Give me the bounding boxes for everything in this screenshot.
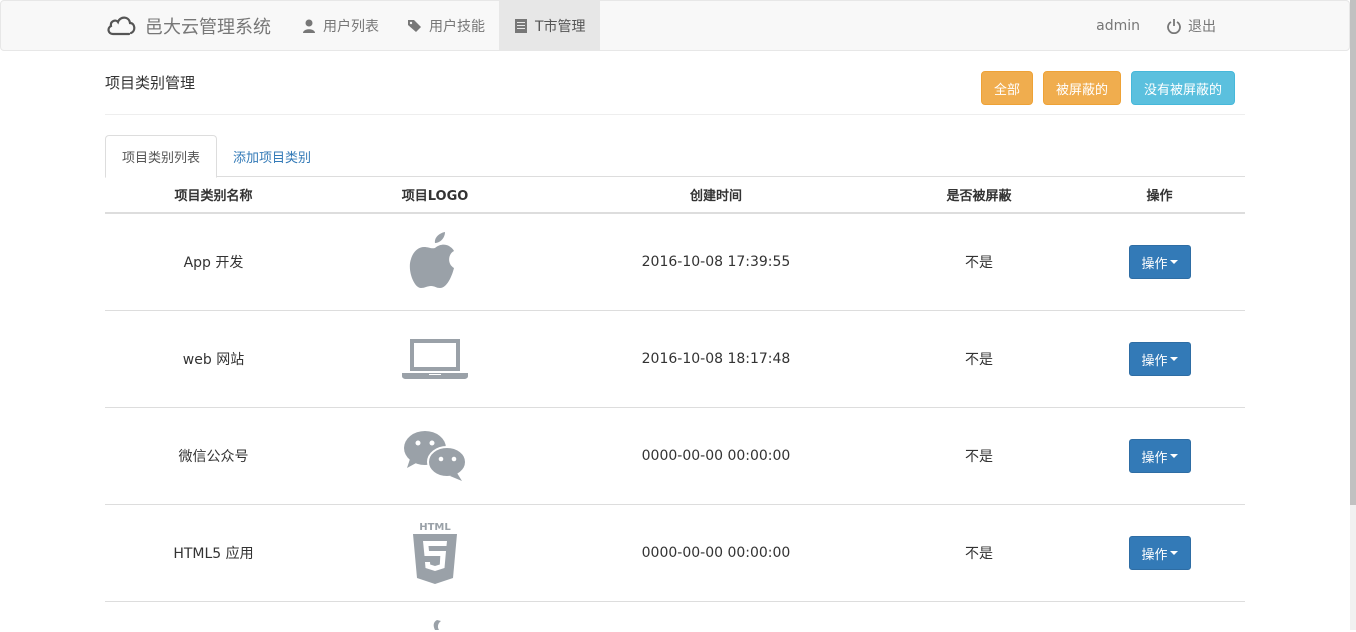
column-header-name: 项目类别名称 — [174, 189, 253, 204]
filter-unblocked-button[interactable]: 没有被屏蔽的 — [1130, 71, 1235, 105]
category-logo: HTML — [322, 520, 548, 586]
tab-category-list[interactable]: 项目类别列表 — [105, 135, 218, 178]
laptop-icon — [402, 339, 468, 379]
user-icon — [303, 19, 315, 33]
caret-down-icon — [1169, 357, 1178, 361]
nav-item-label: 用户列表 — [323, 18, 379, 35]
page-title: 项目类别管理 — [105, 74, 196, 92]
created-time: 2016-10-08 18:17:48 — [641, 351, 791, 367]
blocked-status: 不是 — [965, 255, 993, 271]
table-row-partial — [105, 602, 1245, 632]
created-time: 0000-00-00 00:00:00 — [641, 448, 791, 464]
nav-item-t-market[interactable]: T市管理 — [499, 1, 600, 50]
wechat-icon — [404, 431, 466, 481]
tabs: 项目类别列表 添加项目类别 — [105, 135, 1245, 178]
category-logo — [322, 430, 548, 482]
caret-down-icon — [1169, 260, 1178, 264]
nav-item-admin[interactable]: admin — [1083, 1, 1153, 50]
action-label: 操作 — [1141, 450, 1168, 466]
tab-add-category[interactable]: 添加项目类别 — [217, 135, 327, 177]
filter-blocked-button[interactable]: 被屏蔽的 — [1042, 71, 1121, 105]
action-label: 操作 — [1141, 547, 1168, 563]
action-dropdown-button[interactable]: 操作 — [1128, 439, 1191, 473]
logout-label: 退出 — [1188, 18, 1216, 35]
page-header: 项目类别管理 全部 被屏蔽的 没有被屏蔽的 — [105, 58, 1245, 115]
brand[interactable]: 邑大云管理系统 — [105, 1, 271, 50]
svg-text:HTML: HTML — [419, 522, 451, 533]
action-dropdown-button[interactable]: 操作 — [1128, 245, 1191, 279]
logout-link[interactable]: 退出 — [1153, 1, 1229, 50]
action-cell: 操作 — [1074, 536, 1245, 570]
list-alt-icon — [515, 18, 527, 33]
blocked-status: 不是 — [965, 546, 993, 562]
cloud-logo-icon — [107, 16, 136, 35]
apple-icon — [409, 232, 454, 288]
table-row: App 开发 2016-10-08 17:39:55 不是 操作 — [105, 214, 1245, 311]
table-header: 项目类别名称 项目LOGO 创建时间 是否被屏蔽 操作 — [105, 177, 1245, 214]
action-dropdown-button[interactable]: 操作 — [1128, 536, 1191, 570]
column-header-action: 操作 — [1146, 189, 1173, 204]
category-logo — [322, 338, 548, 380]
power-off-icon — [1167, 18, 1181, 34]
navbar: 邑大云管理系统 用户列表 用户技能 T市管理 admin 退出 — [0, 0, 1350, 51]
html5-icon: HTML — [413, 522, 457, 584]
nav-item-user-list[interactable]: 用户列表 — [287, 1, 393, 50]
category-name: web 网站 — [182, 352, 245, 368]
category-name: App 开发 — [183, 255, 244, 271]
category-logo — [322, 232, 548, 292]
nav-item-label: 用户技能 — [429, 18, 485, 35]
scrollbar[interactable] — [1350, 0, 1356, 630]
blocked-status: 不是 — [965, 449, 993, 465]
category-logo — [322, 602, 548, 630]
column-header-logo: 项目LOGO — [401, 189, 469, 204]
column-header-blocked: 是否被屏蔽 — [946, 189, 1012, 204]
category-table: 项目类别名称 项目LOGO 创建时间 是否被屏蔽 操作 App 开发 2016-… — [105, 177, 1245, 632]
nav-item-user-skills[interactable]: 用户技能 — [393, 1, 499, 50]
tags-icon — [408, 19, 421, 32]
caret-down-icon — [1169, 454, 1178, 458]
action-label: 操作 — [1141, 256, 1168, 272]
nav-item-label: T市管理 — [535, 18, 586, 35]
table-row: 微信公众号 0000-00-00 00:00:00 不是 操作 — [105, 408, 1245, 505]
filter-buttons: 全部 被屏蔽的 没有被屏蔽的 — [980, 71, 1235, 105]
action-cell: 操作 — [1074, 439, 1245, 473]
brand-title: 邑大云管理系统 — [145, 16, 271, 38]
column-header-created: 创建时间 — [689, 189, 742, 204]
main-nav: 用户列表 用户技能 T市管理 — [287, 1, 600, 50]
filter-all-button[interactable]: 全部 — [980, 71, 1033, 105]
category-name: HTML5 应用 — [173, 546, 254, 562]
table-row: HTML5 应用 HTML 0000-00-00 00:00:00 不是 操作 — [105, 505, 1245, 602]
user-nav: admin 退出 — [1083, 1, 1229, 50]
action-cell: 操作 — [1074, 245, 1245, 279]
action-label: 操作 — [1141, 353, 1168, 369]
leaf-icon — [433, 620, 441, 630]
created-time: 2016-10-08 17:39:55 — [641, 254, 791, 270]
action-cell: 操作 — [1074, 342, 1245, 376]
caret-down-icon — [1169, 551, 1178, 555]
scrollbar-thumb[interactable] — [1350, 0, 1356, 505]
category-name: 微信公众号 — [178, 449, 249, 465]
blocked-status: 不是 — [965, 352, 993, 368]
table-row: web 网站 2016-10-08 18:17:48 不是 操作 — [105, 311, 1245, 408]
action-dropdown-button[interactable]: 操作 — [1128, 342, 1191, 376]
created-time: 0000-00-00 00:00:00 — [641, 545, 791, 561]
